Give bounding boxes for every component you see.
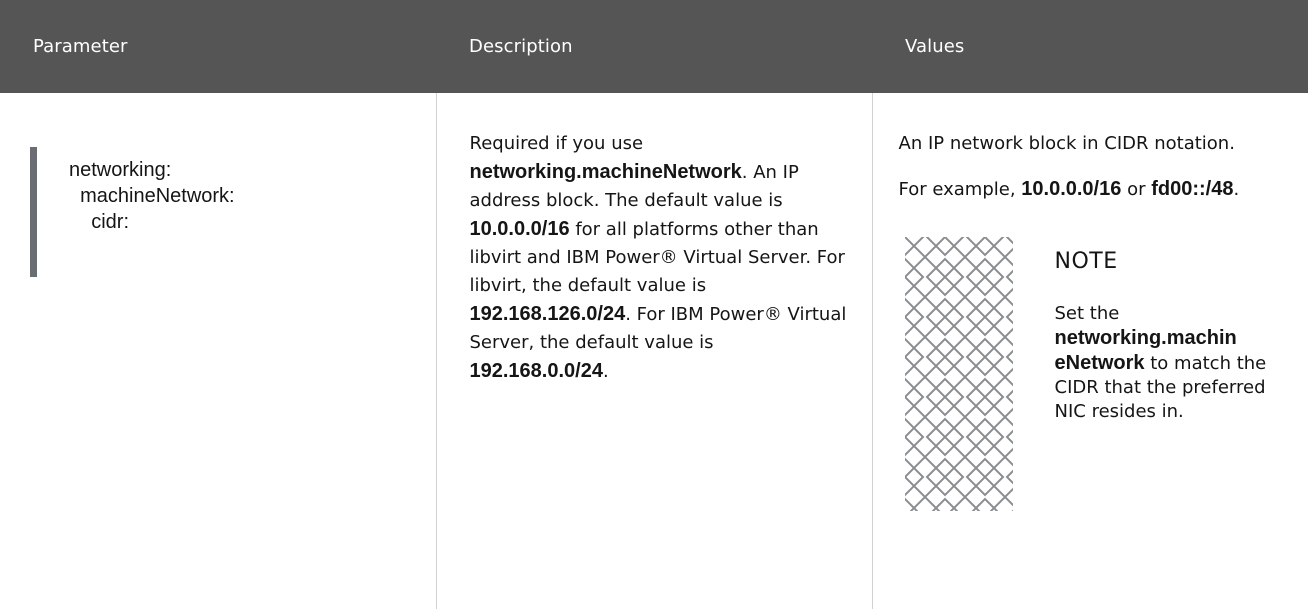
parameter-cell: networking: machineNetwork: cidr: <box>0 93 437 609</box>
description-text: Required if you use networking.machineNe… <box>470 130 852 386</box>
values-example: For example, 10.0.0.0/16 or fd00::/48. <box>899 175 1293 204</box>
header-values: Values <box>872 0 1308 93</box>
note-title: NOTE <box>1054 249 1118 274</box>
ex-prefix: For example, <box>898 179 1022 200</box>
table-header-row: Parameter Description Values <box>0 0 1308 93</box>
desc-bold-libvirt-cidr: 192.168.126.0/24 <box>469 303 626 325</box>
desc-bold-machine-network: networking.machineNetwork <box>469 161 742 183</box>
parameters-table: Parameter Description Values networking:… <box>0 0 1308 609</box>
parameter-block: networking: machineNetwork: cidr: <box>30 147 436 277</box>
ex-ipv4: 10.0.0.0/16 <box>1021 178 1122 200</box>
parameter-code: networking: machineNetwork: cidr: <box>69 147 436 235</box>
ex-mid: or <box>1121 179 1152 200</box>
note-text-1: Set the <box>1054 303 1120 324</box>
code-block-bar <box>30 147 37 277</box>
table-row: networking: machineNetwork: cidr: Requir… <box>0 93 1308 609</box>
param-line-2: machineNetwork: <box>69 185 235 207</box>
header-description: Description <box>436 0 872 93</box>
desc-text-5: . <box>602 361 609 382</box>
description-cell: Required if you use networking.machineNe… <box>436 93 873 609</box>
note-admonition: NOTE Set the networking.machin eNetwork … <box>899 237 1293 511</box>
desc-bold-default-cidr: 10.0.0.0/16 <box>469 218 570 240</box>
note-pattern-icon <box>904 237 1013 511</box>
param-line-3: cidr: <box>69 211 130 233</box>
param-line-1: networking: <box>69 159 172 181</box>
note-text: Set the networking.machin eNetwork to ma… <box>1055 302 1293 424</box>
values-line-1: An IP network block in CIDR notation. <box>898 133 1235 154</box>
desc-bold-power-cidr: 192.168.0.0/24 <box>469 360 603 382</box>
ex-ipv6: fd00::/48 <box>1151 178 1234 200</box>
header-parameter: Parameter <box>0 0 436 93</box>
desc-text-1: Required if you use <box>469 133 644 154</box>
values-cell: An IP network block in CIDR notation. Fo… <box>872 93 1308 609</box>
ex-end: . <box>1233 179 1240 200</box>
